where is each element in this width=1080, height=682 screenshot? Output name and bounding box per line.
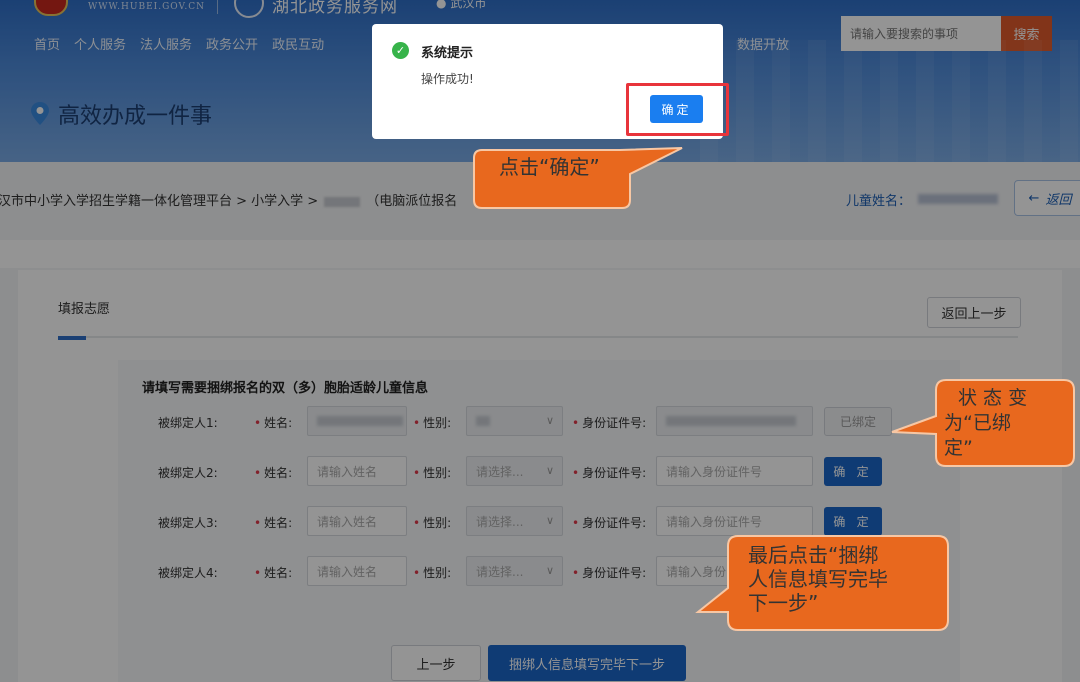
annotation-status-line-1: 状 态 变 <box>958 387 1028 409</box>
annotation-status-line-3: 定” <box>944 437 973 459</box>
dialog-message: 操作成功! <box>421 72 474 86</box>
annotation-final-line-3: 下一步” <box>748 591 819 615</box>
dialog-title: 系统提示 <box>421 46 474 61</box>
annotation-final-line-2: 人信息填写完毕 <box>748 567 888 591</box>
annotation-status-line-2: 为“已绑 <box>944 412 1011 434</box>
highlight-box <box>626 83 729 136</box>
annotation-final-line-1: 最后点击“捆绑 <box>748 543 879 567</box>
check-circle-icon: ✓ <box>392 42 409 59</box>
annotation-click-ok: 点击“确定” <box>499 155 600 179</box>
